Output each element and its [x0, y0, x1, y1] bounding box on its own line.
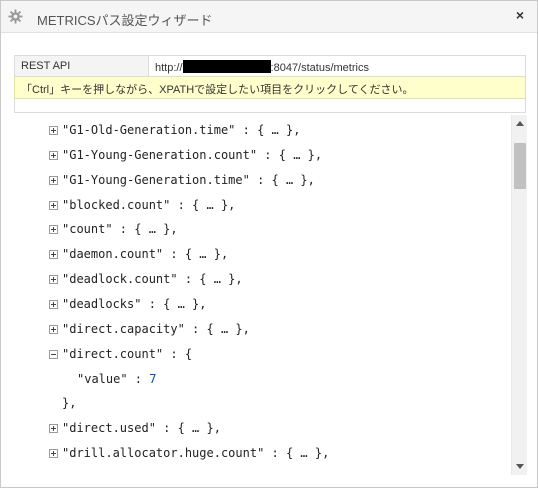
scroll-thumb[interactable]	[514, 143, 526, 189]
node-label[interactable]: "blocked.count" : { … },	[62, 198, 235, 212]
tree-node[interactable]: "G1-Young-Generation.count" : { … },	[49, 145, 322, 165]
node-label[interactable]: "count" : { … },	[62, 222, 178, 236]
gear-icon	[8, 9, 23, 24]
rest-api-label: REST API	[15, 56, 149, 76]
node-label[interactable]: "direct.capacity" : { … },	[62, 322, 250, 336]
tree-node[interactable]: "direct.count" : {	[49, 344, 192, 364]
node-label[interactable]: "G1-Young-Generation.count" : { … },	[62, 148, 322, 162]
tree-scrollbar[interactable]	[511, 115, 527, 475]
rest-api-url: http:// :8047/status/metrics	[155, 60, 369, 74]
scroll-down-arrow-icon[interactable]	[516, 464, 524, 469]
tree-node[interactable]: "count" : { … },	[49, 219, 178, 239]
node-value[interactable]: 7	[149, 372, 156, 386]
expand-icon[interactable]	[49, 200, 58, 210]
node-label[interactable]: "direct.used" : { … },	[62, 421, 221, 435]
node-label[interactable]: "G1-Young-Generation.time" : { … },	[62, 173, 315, 187]
tree-node[interactable]: "direct.used" : { … },	[49, 418, 221, 438]
expand-icon[interactable]	[49, 175, 58, 185]
collapse-icon[interactable]	[49, 349, 58, 359]
node-label[interactable]: "G1-Old-Generation.time" : { … },	[62, 123, 300, 137]
instruction-notice: 「Ctrl」キーを押しながら、XPATHで設定したい項目をクリックしてください。	[14, 77, 526, 99]
node-key[interactable]: "value" :	[77, 372, 149, 386]
notice-spacer	[14, 99, 526, 113]
tree-node[interactable]: "deadlock.count" : { … },	[49, 269, 243, 289]
tree-closing-row: },	[62, 393, 76, 413]
tree-node[interactable]: "G1-Young-Generation.time" : { … },	[49, 170, 315, 190]
node-label[interactable]: "deadlocks" : { … },	[62, 297, 207, 311]
expand-icon[interactable]	[49, 250, 58, 260]
closing-brace: },	[62, 396, 77, 411]
tree-node[interactable]: "deadlocks" : { … },	[49, 294, 207, 314]
node-label[interactable]: "deadlock.count" : { … },	[62, 272, 243, 286]
url-suffix: :8047/status/metrics	[270, 62, 369, 74]
expand-icon[interactable]	[49, 225, 58, 235]
expand-icon[interactable]	[49, 150, 58, 160]
node-label[interactable]: "daemon.count" : { … },	[62, 247, 228, 261]
expand-icon[interactable]	[49, 126, 58, 135]
tree-node[interactable]: "G1-Old-Generation.time" : { … },	[49, 120, 300, 140]
tree-child-row[interactable]: "value" : 7	[77, 369, 156, 389]
expand-icon[interactable]	[49, 449, 58, 459]
scroll-up-arrow-icon[interactable]	[516, 121, 524, 126]
rest-api-row: REST API http:// :8047/status/metrics	[14, 55, 526, 77]
close-icon[interactable]: ×	[512, 7, 528, 23]
title-bar[interactable]: METRICSパス設定ウィザード ×	[1, 1, 537, 33]
url-prefix: http://	[155, 62, 183, 74]
tree-node[interactable]: "daemon.count" : { … },	[49, 244, 228, 264]
node-label[interactable]: "direct.count" : {	[62, 347, 192, 361]
tree-node[interactable]: "blocked.count" : { … },	[49, 195, 235, 215]
tree-node[interactable]: "direct.capacity" : { … },	[49, 319, 250, 339]
redacted-host	[182, 60, 271, 73]
node-label[interactable]: "drill.allocator.huge.count" : { … },	[62, 446, 329, 460]
expand-icon[interactable]	[49, 424, 58, 434]
expand-icon[interactable]	[49, 299, 58, 309]
dialog-title: METRICSパス設定ウィザード	[37, 13, 213, 28]
expand-icon[interactable]	[49, 324, 58, 334]
metrics-path-wizard-dialog: METRICSパス設定ウィザード × REST API http:// :8047…	[0, 0, 538, 488]
json-tree[interactable]: "G1-Old-Generation.time" : { … }, "G1-You…	[14, 115, 510, 475]
tree-node[interactable]: "drill.allocator.huge.count" : { … },	[49, 443, 329, 463]
expand-icon[interactable]	[49, 275, 58, 285]
